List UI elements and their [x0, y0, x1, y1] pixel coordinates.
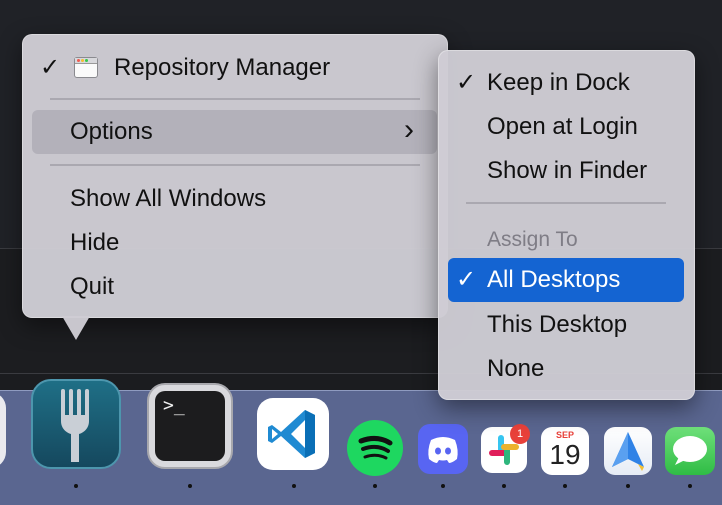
running-indicator — [563, 484, 567, 488]
none-item[interactable]: None — [487, 354, 544, 384]
menu-separator — [50, 164, 420, 166]
running-indicator — [292, 484, 296, 488]
discord-icon[interactable] — [418, 424, 468, 474]
running-indicator — [188, 484, 192, 488]
running-indicator — [74, 484, 78, 488]
all-desktops-item[interactable]: ✓ All Desktops — [448, 258, 684, 302]
chevron-right-icon: › — [404, 113, 414, 146]
checkmark-icon: ✓ — [40, 54, 61, 81]
open-at-login-item[interactable]: Open at Login — [487, 112, 638, 142]
terminal-prompt-label: >_ — [163, 395, 185, 416]
fork-icon[interactable] — [31, 379, 121, 469]
options-label: Options — [70, 118, 153, 145]
running-indicator — [441, 484, 445, 488]
running-indicator — [502, 484, 506, 488]
menu-separator — [466, 202, 666, 204]
hide-item[interactable]: Hide — [70, 228, 119, 258]
quit-item[interactable]: Quit — [70, 272, 114, 302]
app-window-icon — [74, 57, 98, 78]
show-all-windows-item[interactable]: Show All Windows — [70, 184, 266, 214]
running-indicator — [688, 484, 692, 488]
checkmark-icon: ✓ — [456, 69, 477, 96]
spotify-icon[interactable] — [347, 420, 403, 476]
assign-to-header: Assign To — [487, 228, 578, 251]
slack-badge: 1 — [510, 424, 530, 444]
keep-in-dock-item[interactable]: Keep in Dock — [487, 68, 630, 98]
menu-pointer — [62, 316, 90, 340]
vscode-icon[interactable] — [257, 398, 329, 470]
spark-icon[interactable] — [604, 427, 652, 475]
app-title-item[interactable]: Repository Manager — [114, 53, 330, 83]
all-desktops-label: All Desktops — [487, 266, 621, 293]
running-indicator — [373, 484, 377, 488]
show-in-finder-item[interactable]: Show in Finder — [487, 156, 647, 186]
menu-separator — [50, 98, 420, 100]
messages-icon[interactable] — [665, 427, 715, 475]
options-menu-item[interactable]: Options › — [32, 110, 437, 154]
running-indicator — [626, 484, 630, 488]
terminal-icon[interactable]: >_ — [147, 383, 233, 469]
checkmark-icon: ✓ — [456, 266, 477, 293]
calendar-icon[interactable]: SEP 19 — [541, 427, 589, 475]
this-desktop-item[interactable]: This Desktop — [487, 310, 627, 340]
calendar-day-label: 19 — [549, 439, 581, 470]
finder-edge-icon[interactable] — [0, 392, 6, 468]
